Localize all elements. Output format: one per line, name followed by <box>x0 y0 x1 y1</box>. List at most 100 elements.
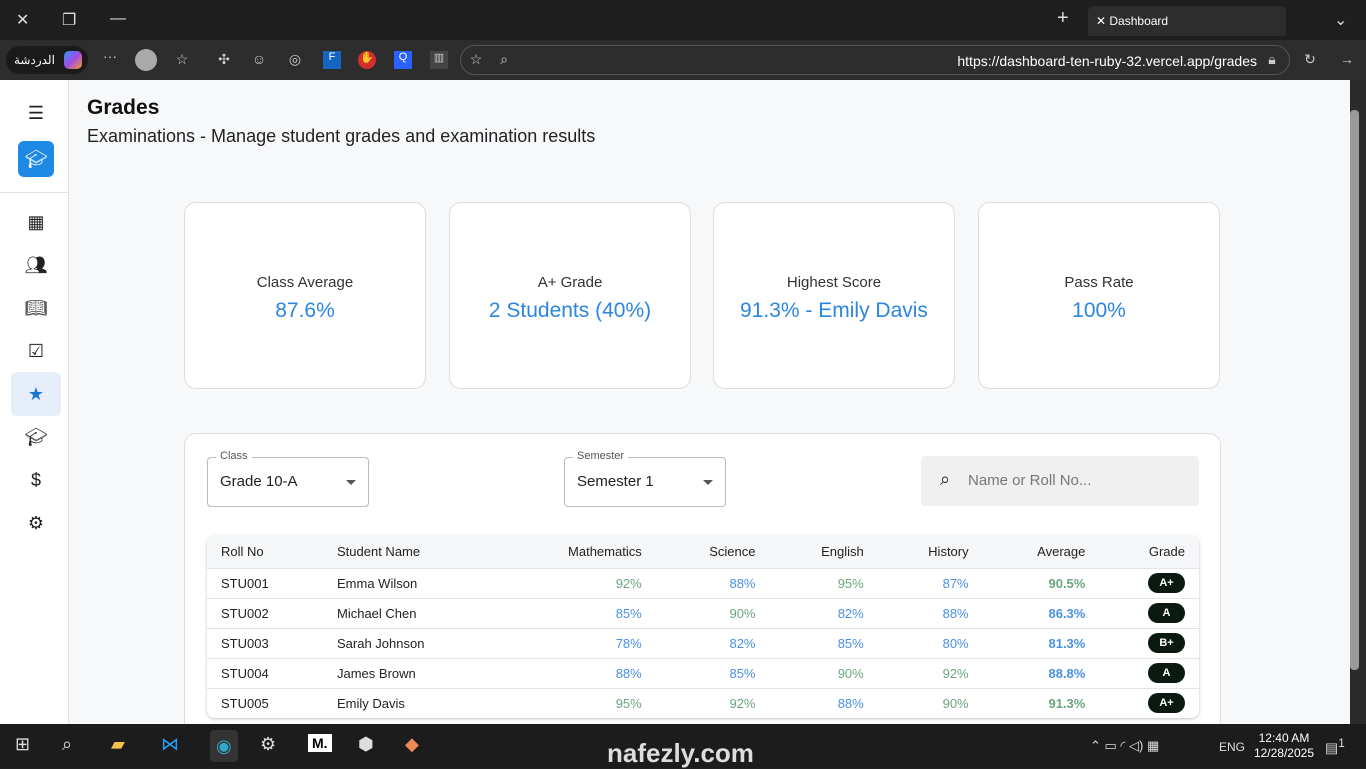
stat-label: Pass Rate <box>1064 274 1134 291</box>
subject-score: 80% <box>877 627 983 658</box>
page-title: Grades <box>87 96 160 119</box>
url-text[interactable]: https://dashboard-ten-ruby-32.vercel.app… <box>957 53 1257 69</box>
table-row[interactable]: STU004 James Brown 88% 85% 90% 92% 88.8% A <box>207 657 1199 688</box>
favorite-star-icon[interactable]: ☆ <box>467 51 485 69</box>
stat-label: Highest Score <box>786 274 882 291</box>
profile-avatar[interactable] <box>135 49 157 71</box>
subject-score: 90% <box>769 657 878 688</box>
column-header[interactable]: Mathematics <box>499 536 656 568</box>
semester-select[interactable]: Semester Semester 1 <box>564 450 726 507</box>
subject-score: 87% <box>877 567 983 598</box>
app-git-icon[interactable]: ◆ <box>405 734 419 755</box>
subject-score: 85% <box>499 597 656 628</box>
file-explorer-icon[interactable]: ▰ <box>111 734 125 755</box>
close-tab-icon[interactable]: ✕ <box>1096 14 1109 28</box>
sidebar-dollar-icon[interactable]: $ <box>11 458 61 502</box>
extension-target-icon[interactable]: ◎ <box>286 51 304 69</box>
vscode-icon[interactable]: ⋈ <box>161 734 179 755</box>
subject-score: 95% <box>769 567 878 598</box>
class-select[interactable]: Class Grade 10-A <box>207 450 369 507</box>
new-tab-icon[interactable]: + <box>1057 7 1069 30</box>
column-header[interactable]: Science <box>655 536 770 568</box>
close-window-icon[interactable]: ✕ <box>16 10 29 30</box>
table-row[interactable]: STU003 Sarah Johnson 78% 82% 85% 80% 81.3% B+ <box>207 627 1199 658</box>
system-tray-icons[interactable]: ⌃ ▭ ◜ ◁) ▦ <box>1090 738 1159 754</box>
refresh-icon[interactable]: ↻ <box>1301 51 1319 69</box>
sidebar-people-icon[interactable]: 👥︎ <box>11 243 61 287</box>
column-header[interactable]: Average <box>982 536 1100 568</box>
average-score: 91.3% <box>982 687 1100 718</box>
column-header[interactable]: Roll No <box>207 536 323 568</box>
grade-badge: A+ <box>1148 573 1185 593</box>
notifications-icon[interactable]: ▤1 <box>1325 737 1345 757</box>
column-header[interactable]: Grade <box>1099 536 1199 568</box>
sidebar-star-icon[interactable]: ★ <box>11 372 61 416</box>
sidebar-dashboard-icon[interactable]: ▦ <box>11 200 61 244</box>
notification-count: 1 <box>1338 737 1345 750</box>
semester-label: Semester <box>573 450 629 462</box>
taskbar-search-icon[interactable]: ⌕ <box>62 734 72 755</box>
sidebar-graduation-cap-icon[interactable]: 🎓︎ <box>11 415 61 459</box>
app-cube-icon[interactable]: ⬢ <box>358 734 374 755</box>
stat-value: 2 Students (40%) <box>488 299 652 322</box>
average-score: 88.8% <box>982 657 1100 688</box>
sidebar-gear-icon[interactable]: ⚙ <box>11 501 61 545</box>
scrollbar-thumb[interactable] <box>1350 110 1359 670</box>
extension-icon[interactable]: ☺ <box>250 51 268 69</box>
class-label: Class <box>216 450 252 462</box>
extension-q-icon[interactable]: Q <box>394 51 412 69</box>
roll-no: STU005 <box>207 687 323 718</box>
browser-toolbar: الدردشة ··· ☆ ✣ ☺ ◎ F ✋ Q ▥ ☆ ⌕ https://… <box>0 40 1366 80</box>
table-row[interactable]: STU001 Emma Wilson 92% 88% 95% 87% 90.5% A+ <box>207 567 1199 598</box>
settings-icon[interactable]: ⚙ <box>260 734 276 755</box>
app-m-icon[interactable]: M. <box>308 734 332 752</box>
forward-icon[interactable]: → <box>1338 51 1356 69</box>
favorites-icon[interactable]: ☆ <box>173 51 191 69</box>
logo-graduation-cap-icon: 🎓︎ <box>18 141 54 177</box>
scrollbar[interactable] <box>1350 80 1366 724</box>
subject-score: 90% <box>655 597 770 628</box>
tab-list-icon[interactable]: ⌄ <box>1334 10 1347 30</box>
lock-icon[interactable]: 🔒︎ <box>1263 51 1281 69</box>
column-header[interactable]: Student Name <box>323 536 500 568</box>
subject-score: 78% <box>499 627 656 658</box>
sidebar-book-icon[interactable]: 📖︎ <box>11 286 61 330</box>
subject-score: 85% <box>655 657 770 688</box>
grades-panel: Class Grade 10-A Semester Semester 1 ⌕ Name… <box>184 433 1221 724</box>
student-name: Emily Davis <box>323 687 500 718</box>
subject-score: 95% <box>499 687 656 718</box>
address-bar[interactable]: ☆ ⌕ https://dashboard-ten-ruby-32.vercel… <box>460 45 1290 75</box>
clock[interactable]: 12:40 AM 12/28/2025 <box>1254 731 1314 761</box>
menu-icon[interactable]: ☰ <box>11 91 61 135</box>
sidebar: ☰ 🎓︎ ▦ 👥︎ 📖︎ ☑ ★ 🎓︎ $ ⚙ <box>0 80 69 724</box>
copilot-chat-button[interactable]: الدردشة <box>6 46 88 74</box>
chevron-down-icon <box>703 480 713 485</box>
edge-icon[interactable]: ◉ <box>210 730 238 762</box>
search-input[interactable]: ⌕ Name or Roll No... <box>921 456 1199 506</box>
sidebar-calendar-check-icon[interactable]: ☑ <box>11 329 61 373</box>
restore-window-icon[interactable]: ❐ <box>62 10 76 30</box>
windows-start-icon[interactable]: ⊞ <box>15 734 30 755</box>
search-icon[interactable]: ⌕ <box>495 51 513 69</box>
table-row[interactable]: STU002 Michael Chen 85% 90% 82% 88% 86.3% A <box>207 597 1199 628</box>
browser-tab[interactable]: ✕ Dashboard <box>1088 6 1286 36</box>
language-indicator[interactable]: ENG <box>1219 740 1245 754</box>
page-subtitle: Examinations - Manage student grades and… <box>87 126 596 146</box>
chat-label: الدردشة <box>14 53 55 67</box>
column-header[interactable]: History <box>877 536 983 568</box>
subject-score: 85% <box>769 627 878 658</box>
extensions-icon[interactable]: ✣ <box>215 51 233 69</box>
student-name: Emma Wilson <box>323 567 500 598</box>
minimize-window-icon[interactable]: — <box>110 10 126 28</box>
subject-score: 92% <box>499 567 656 598</box>
more-icon[interactable]: ··· <box>101 48 119 66</box>
table-row[interactable]: STU005 Emily Davis 95% 92% 88% 90% 91.3% A+ <box>207 687 1199 718</box>
browser-titlebar: ✕ ❐ — + ✕ Dashboard ⌄ <box>0 0 1366 40</box>
column-header[interactable]: English <box>769 536 878 568</box>
adblock-icon[interactable]: ✋ <box>358 51 376 69</box>
extension-app-icon[interactable]: ▥ <box>430 51 448 69</box>
roll-no: STU003 <box>207 627 323 658</box>
extension-f-icon[interactable]: F <box>323 51 341 69</box>
date: 12/28/2025 <box>1253 746 1314 760</box>
student-name: Michael Chen <box>323 597 500 628</box>
